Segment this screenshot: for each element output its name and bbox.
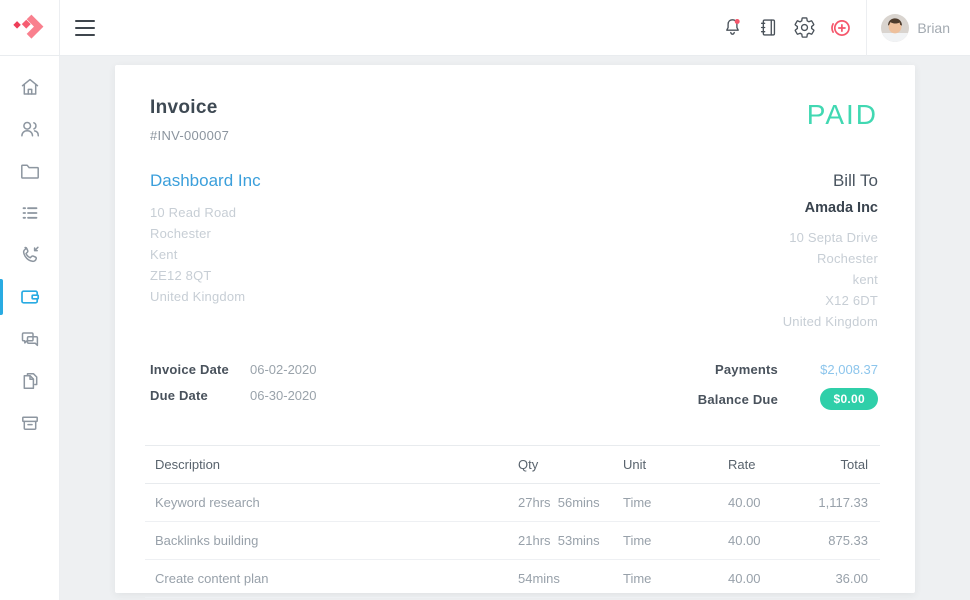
col-description: Description bbox=[145, 446, 508, 484]
address-line: 10 Septa Drive bbox=[783, 227, 878, 248]
contacts-icon bbox=[18, 117, 42, 141]
due-date-label: Due Date bbox=[150, 388, 250, 403]
address-line: United Kingdom bbox=[150, 286, 261, 307]
active-indicator bbox=[0, 279, 3, 315]
sidebar-item-documents[interactable] bbox=[0, 360, 59, 402]
user-name: Brian bbox=[917, 20, 950, 36]
seller-address: 10 Read Road Rochester Kent ZE12 8QT Uni… bbox=[150, 202, 261, 307]
cell-rate: 40.00 bbox=[718, 522, 788, 560]
table-row[interactable]: Backlinks building 21hrs 53mins Time 40.… bbox=[145, 522, 880, 560]
sidebar-item-archive[interactable] bbox=[0, 402, 59, 444]
cell-total: 875.33 bbox=[788, 522, 880, 560]
cell-unit: Time bbox=[613, 484, 718, 522]
table-row[interactable]: Create content plan 54mins Time 40.00 36… bbox=[145, 560, 880, 598]
seller-block: Dashboard Inc 10 Read Road Rochester Ken… bbox=[150, 171, 261, 332]
user-menu[interactable]: Brian bbox=[867, 0, 970, 55]
bill-to-label: Bill To bbox=[783, 171, 878, 191]
avatar bbox=[881, 14, 909, 42]
address-line: Rochester bbox=[150, 223, 261, 244]
invoice-title: Invoice bbox=[150, 97, 229, 119]
cell-total: 1,117.33 bbox=[788, 484, 880, 522]
balance-due-label: Balance Due bbox=[698, 392, 778, 407]
address-line: X12 6DT bbox=[783, 290, 878, 311]
address-line: ZE12 8QT bbox=[150, 265, 261, 286]
cell-description: Create content plan bbox=[145, 560, 508, 598]
cell-qty: 54mins bbox=[508, 560, 613, 598]
invoice-date-label: Invoice Date bbox=[150, 362, 250, 377]
notebook-icon[interactable] bbox=[750, 10, 786, 46]
sidebar-item-messages[interactable] bbox=[0, 318, 59, 360]
sidebar-item-home[interactable] bbox=[0, 66, 59, 108]
documents-icon bbox=[18, 369, 42, 393]
app-logo-icon bbox=[13, 11, 47, 45]
cell-qty: 21hrs 53mins bbox=[508, 522, 613, 560]
menu-toggle-button[interactable] bbox=[69, 11, 103, 45]
customer-address: 10 Septa Drive Rochester kent X12 6DT Un… bbox=[783, 227, 878, 332]
invoice-number: #INV-000007 bbox=[150, 128, 229, 143]
totals-block: Payments $2,008.37 Balance Due $0.00 bbox=[698, 362, 878, 421]
invoice-heading: Invoice #INV-000007 bbox=[150, 97, 229, 143]
list-icon bbox=[18, 201, 42, 225]
status-badge: PAID bbox=[807, 99, 878, 131]
main-content: Invoice #INV-000007 PAID Dashboard Inc 1… bbox=[60, 56, 970, 600]
cell-qty: 27hrs 56mins bbox=[508, 484, 613, 522]
cell-total: 36.00 bbox=[788, 560, 880, 598]
address-line: 10 Read Road bbox=[150, 202, 261, 223]
chat-icon bbox=[18, 327, 42, 351]
dates-block: Invoice Date 06-02-2020 Due Date 06-30-2… bbox=[150, 362, 317, 414]
cell-description: Keyword research bbox=[145, 484, 508, 522]
settings-gear-icon[interactable] bbox=[786, 10, 822, 46]
cell-rate: 40.00 bbox=[718, 484, 788, 522]
table-row[interactable]: Keyword research 27hrs 56mins Time 40.00… bbox=[145, 484, 880, 522]
payments-label: Payments bbox=[715, 362, 778, 377]
archive-icon bbox=[18, 411, 42, 435]
top-bar: Brian bbox=[0, 0, 970, 56]
sidebar-item-invoices[interactable] bbox=[0, 276, 59, 318]
sidebar-item-list[interactable] bbox=[0, 192, 59, 234]
sidebar-item-contacts[interactable] bbox=[0, 108, 59, 150]
address-line: Rochester bbox=[783, 248, 878, 269]
table-header-row: Description Qty Unit Rate Total bbox=[145, 446, 880, 484]
app-logo[interactable] bbox=[0, 0, 60, 55]
col-qty: Qty bbox=[508, 446, 613, 484]
phone-incoming-icon bbox=[18, 243, 42, 267]
balance-due-badge: $0.00 bbox=[820, 388, 878, 410]
line-items-table: Description Qty Unit Rate Total Keyword … bbox=[145, 445, 880, 598]
topbar-actions: Brian bbox=[714, 0, 970, 55]
cell-description: Backlinks building bbox=[145, 522, 508, 560]
seller-name-link[interactable]: Dashboard Inc bbox=[150, 171, 261, 191]
due-date-value: 06-30-2020 bbox=[250, 388, 317, 403]
address-line: kent bbox=[783, 269, 878, 290]
payments-value[interactable]: $2,008.37 bbox=[806, 362, 878, 377]
address-line: United Kingdom bbox=[783, 311, 878, 332]
col-unit: Unit bbox=[613, 446, 718, 484]
quick-add-icon[interactable] bbox=[822, 10, 858, 46]
home-icon bbox=[18, 75, 42, 99]
folder-icon bbox=[18, 159, 42, 183]
sidebar-item-folder[interactable] bbox=[0, 150, 59, 192]
customer-name: Amada Inc bbox=[783, 200, 878, 216]
sidebar bbox=[0, 56, 60, 600]
cell-rate: 40.00 bbox=[718, 560, 788, 598]
invoice-date-value: 06-02-2020 bbox=[250, 362, 317, 377]
col-total: Total bbox=[788, 446, 880, 484]
cell-unit: Time bbox=[613, 522, 718, 560]
notifications-bell-icon[interactable] bbox=[714, 10, 750, 46]
col-rate: Rate bbox=[718, 446, 788, 484]
cell-unit: Time bbox=[613, 560, 718, 598]
wallet-icon bbox=[18, 285, 42, 309]
address-line: Kent bbox=[150, 244, 261, 265]
invoice-card: Invoice #INV-000007 PAID Dashboard Inc 1… bbox=[115, 65, 915, 593]
bill-to-block: Bill To Amada Inc 10 Septa Drive Rochest… bbox=[783, 171, 878, 332]
sidebar-item-calls[interactable] bbox=[0, 234, 59, 276]
